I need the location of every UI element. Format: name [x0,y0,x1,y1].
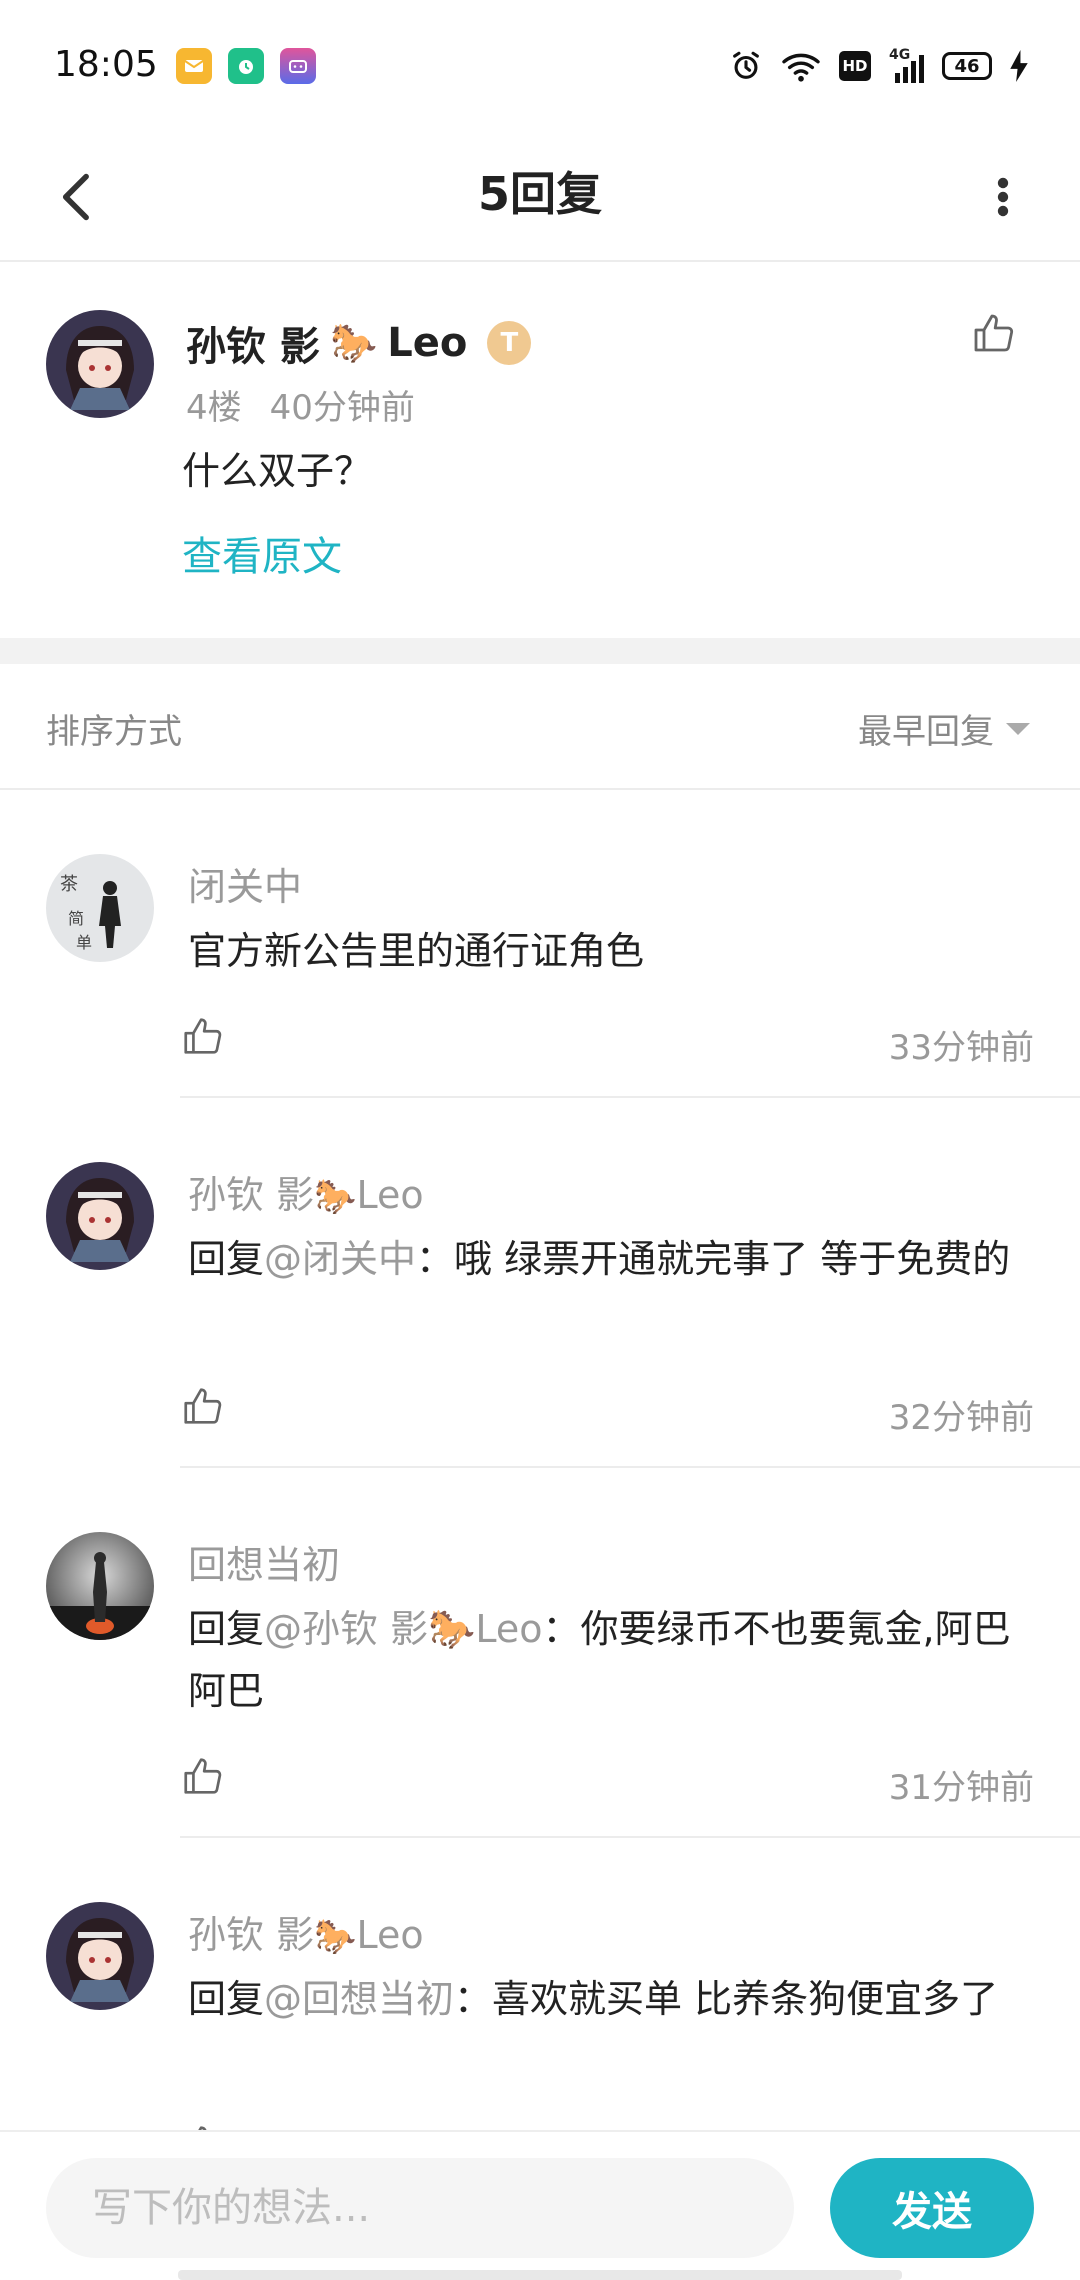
reply-content: 回复@孙钦 影🐎Leo：你要绿币不也要氪金,阿巴阿巴 [188,1598,1028,1722]
reply-item: 回想当初 回复@孙钦 影🐎Leo：你要绿币不也要氪金,阿巴阿巴 31分钟前 [0,1470,1080,1840]
reply-content: 回复@闭关中：哦 绿票开通就完事了 等于免费的 [188,1228,1028,1290]
thumbs-up-icon [184,1758,222,1794]
like-button[interactable] [180,1754,228,1802]
like-button[interactable] [180,2122,228,2130]
reply-author[interactable]: 闭关中 [188,856,302,911]
reply-body: ：哦 绿票开通就完事了 等于免费的 [416,1237,1011,1281]
author-name: 孙钦 影 [188,1173,315,1217]
reply-prefix: 回复 [188,1977,265,2021]
battery-icon: 46 [942,52,992,80]
author-name: 孙钦 影 [186,324,320,370]
sort-selected: 最早回复 [858,712,994,752]
avatar[interactable] [46,1532,154,1640]
reply-divider [180,1466,1080,1468]
avatar[interactable] [46,1902,154,2010]
comment-composer: 发送 [0,2130,1080,2280]
reply-divider [180,1836,1080,1838]
reply-author[interactable]: 回想当初 [188,1534,340,1589]
thumbs-up-icon [184,1388,222,1424]
reply-prefix: 回复 [188,1237,265,1281]
more-vertical-icon [997,177,1009,217]
network-type-label: 4G [889,47,911,63]
post-content: 什么双子？ [182,449,373,493]
section-divider [0,638,1080,664]
cellular-signal-icon: 4G [889,47,924,83]
battery-level: 46 [954,55,980,77]
reply-item: 孙钦 影🐎Leo 回复@闭关中：哦 绿票开通就完事了 等于免费的 32分钟前 [0,1100,1080,1470]
hd-icon: HD [839,51,871,81]
mention-link[interactable]: @闭关中 [264,1237,416,1281]
level-badge: T [487,321,532,365]
post-meta: 4楼 40分钟前 [186,380,415,429]
like-button[interactable] [970,310,1030,370]
reply-divider [180,1096,1080,1098]
bilibili-app-icon [280,48,316,84]
sort-bar: 排序方式 最早回复 [0,664,1080,790]
mail-app-icon [176,48,212,84]
reply-item: 茶 简 单 闭关中 官方新公告里的通行证角色 33分钟前 [0,792,1080,1100]
reply-content: 回复@回想当初：喜欢就买单 比养条狗便宜多了 [188,1968,1028,2030]
author-name-suffix: Leo [356,1173,424,1217]
svg-text:茶: 茶 [60,874,78,895]
more-options-button[interactable] [968,162,1038,232]
author-name: 孙钦 影 [188,1913,315,1957]
avatar[interactable]: 茶 简 单 [46,854,154,962]
author-name-suffix: Leo [356,1913,424,1957]
reply-body: ：喜欢就买单 比养条狗便宜多了 [454,1977,999,2021]
status-bar: 18:05 HD 4G 46 [0,0,1080,130]
reply-author[interactable]: 孙钦 影🐎Leo [188,1164,424,1219]
horse-emoji-icon: 🐎 [314,1917,357,1957]
reply-time: 32分钟前 [888,1398,1034,1438]
mention-link[interactable]: @回想当初 [264,1977,454,2021]
svg-text:简: 简 [68,909,84,928]
post-time: 40分钟前 [269,388,415,428]
top-nav: 5回复 [0,130,1080,262]
charging-icon [1010,50,1028,82]
reply-content: 官方新公告里的通行证角色 [188,920,1028,982]
horse-emoji-icon: 🐎 [314,1177,357,1217]
thumbs-up-icon [184,1018,222,1054]
wifi-icon [782,53,820,82]
view-original-link[interactable]: 查看原文 [182,524,342,582]
reply-item: 孙钦 影🐎Leo 回复@回想当初：喜欢就买单 比养条狗便宜多了 [0,1840,1080,2130]
sort-label: 排序方式 [46,712,182,752]
status-icons: HD 4G 46 [729,46,1028,86]
thumbs-up-icon [974,314,1014,352]
floor-number: 4楼 [186,388,242,428]
like-button[interactable] [180,1014,228,1062]
thumbs-up-icon [198,2126,207,2130]
like-button[interactable] [180,1384,228,1432]
mention-link[interactable]: @孙钦 影🐎Leo [264,1607,543,1651]
horse-emoji-icon: 🐎 [329,320,378,365]
timer-app-icon [228,48,264,84]
alarm-icon [733,51,759,79]
status-time: 18:05 [54,44,158,85]
reply-time: 33分钟前 [888,1028,1034,1068]
svg-text:单: 单 [76,933,92,952]
post-author[interactable]: 孙钦 影 🐎 Leo T [186,314,532,372]
home-indicator [178,2270,902,2280]
page-title: 5回复 [477,167,602,221]
reply-author[interactable]: 孙钦 影🐎Leo [188,1904,424,1959]
reply-prefix: 回复 [188,1607,265,1651]
original-post: 孙钦 影 🐎 Leo T 4楼 40分钟前 什么双子？ 查看原文 [0,264,1080,638]
reply-body: 官方新公告里的通行证角色 [188,929,645,973]
comment-input[interactable] [46,2158,794,2258]
sort-dropdown[interactable]: 最早回复 [858,704,1030,753]
reply-time: 31分钟前 [888,1768,1034,1808]
avatar[interactable] [46,310,154,418]
author-name-suffix: Leo [387,320,468,366]
avatar[interactable] [46,1162,154,1270]
send-button[interactable]: 发送 [830,2158,1034,2258]
caret-down-icon [1006,722,1030,735]
